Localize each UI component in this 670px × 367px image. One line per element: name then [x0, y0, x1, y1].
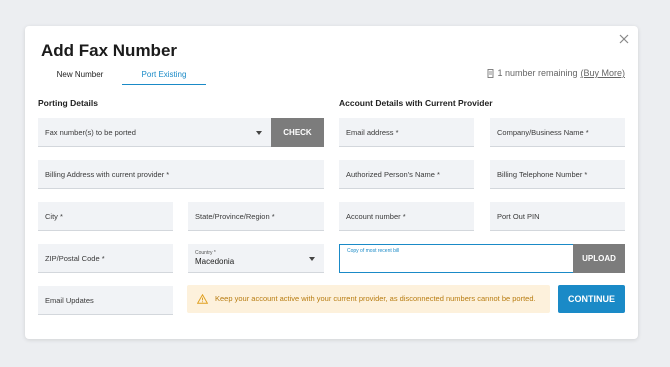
- numbers-remaining: 1 number remaining (Buy More): [487, 68, 625, 78]
- fax-numbers-placeholder: Fax number(s) to be ported: [45, 127, 136, 137]
- account-number-placeholder: Account number *: [346, 211, 406, 221]
- authorized-person-field[interactable]: Authorized Person's Name *: [339, 160, 474, 189]
- warning-text: Keep your account active with your curre…: [215, 294, 536, 304]
- zip-placeholder: ZIP/Postal Code *: [45, 253, 105, 263]
- tab-new-number[interactable]: New Number: [43, 69, 117, 85]
- warning-banner: Keep your account active with your curre…: [187, 285, 550, 313]
- upload-button[interactable]: UPLOAD: [573, 244, 625, 273]
- billing-address-placeholder: Billing Address with current provider *: [45, 169, 170, 179]
- company-field[interactable]: Company/Business Name *: [490, 118, 625, 147]
- port-out-pin-field[interactable]: Port Out PIN: [490, 202, 625, 231]
- recent-bill-field[interactable]: Copy of most recent bill: [339, 244, 573, 273]
- billing-phone-field[interactable]: Billing Telephone Number *: [490, 160, 625, 189]
- check-button[interactable]: CHECK: [271, 118, 324, 147]
- email-field[interactable]: Email address *: [339, 118, 474, 147]
- authorized-person-placeholder: Authorized Person's Name *: [346, 169, 440, 179]
- account-details-heading: Account Details with Current Provider: [339, 98, 493, 108]
- city-placeholder: City *: [45, 211, 63, 221]
- city-field[interactable]: City *: [38, 202, 173, 231]
- state-placeholder: State/Province/Region *: [195, 211, 275, 221]
- chevron-down-icon: [309, 257, 315, 261]
- fax-numbers-select[interactable]: Fax number(s) to be ported: [38, 118, 271, 147]
- tab-port-existing[interactable]: Port Existing: [122, 69, 206, 85]
- dialog-title: Add Fax Number: [41, 41, 178, 60]
- email-placeholder: Email address *: [346, 127, 399, 137]
- add-fax-dialog: Add Fax Number New Number Port Existing …: [25, 26, 638, 339]
- chevron-down-icon: [256, 131, 262, 135]
- warning-icon: [197, 294, 208, 304]
- country-label: Country *: [195, 250, 216, 256]
- buy-more-link[interactable]: (Buy More): [580, 68, 625, 78]
- country-select[interactable]: Country * Macedonia: [188, 244, 324, 273]
- fax-icon: [487, 68, 494, 78]
- zip-field[interactable]: ZIP/Postal Code *: [38, 244, 173, 273]
- company-placeholder: Company/Business Name *: [497, 127, 589, 137]
- email-updates-placeholder: Email Updates: [45, 295, 94, 305]
- porting-details-heading: Porting Details: [38, 98, 98, 108]
- country-value: Macedonia: [195, 257, 235, 266]
- close-icon[interactable]: [618, 33, 630, 45]
- recent-bill-label: Copy of most recent bill: [347, 248, 400, 254]
- state-field[interactable]: State/Province/Region *: [188, 202, 324, 231]
- port-out-pin-placeholder: Port Out PIN: [497, 211, 540, 221]
- continue-button[interactable]: CONTINUE: [558, 285, 625, 313]
- remaining-text: 1 number remaining: [497, 68, 578, 78]
- billing-phone-placeholder: Billing Telephone Number *: [497, 169, 588, 179]
- email-updates-field[interactable]: Email Updates: [38, 286, 173, 315]
- billing-address-field[interactable]: Billing Address with current provider *: [38, 160, 324, 189]
- account-number-field[interactable]: Account number *: [339, 202, 474, 231]
